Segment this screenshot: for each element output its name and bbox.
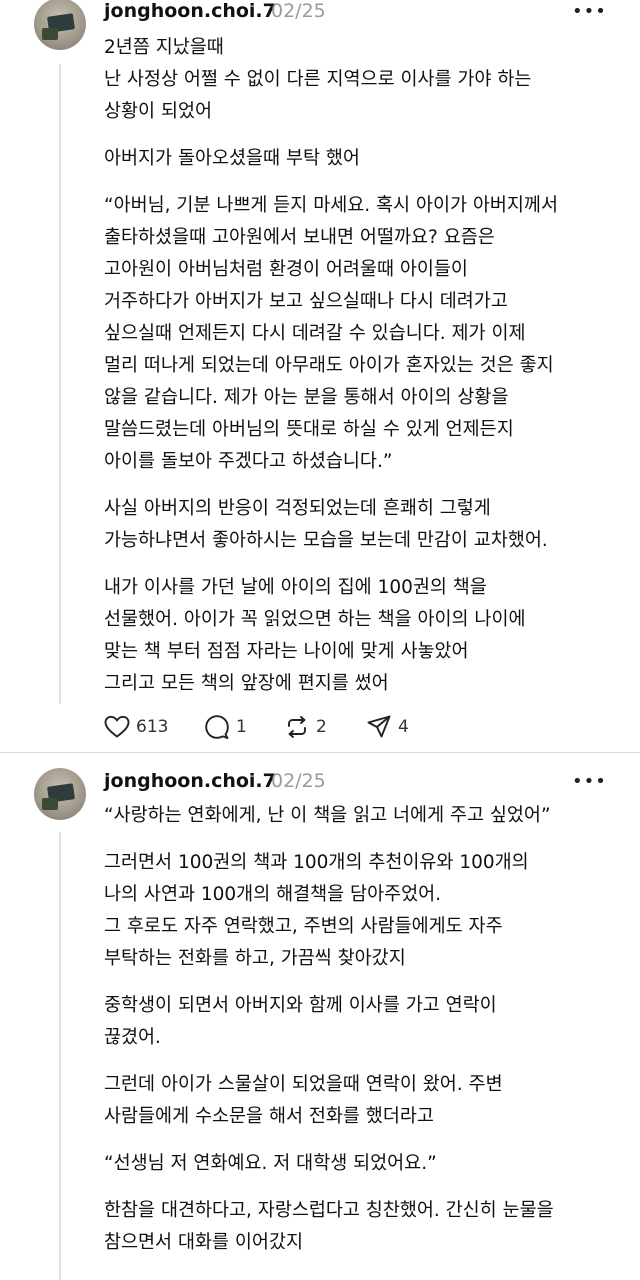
avatar-photo-object (42, 798, 58, 810)
post-text-line: 아버지가 돌아오셨을때 부탁 했어 (104, 148, 360, 169)
post-text-line: “아버님, 기분 나쁘게 듣지 마세요. 혹시 아이가 아버지께서 (104, 195, 558, 216)
more-horizontal-icon[interactable]: ••• (572, 772, 606, 792)
avatar[interactable] (34, 768, 86, 820)
post-text-line: 멀리 떠나게 되었는데 아무래도 아이가 혼자있는 것은 좋지 (104, 355, 554, 376)
repost-arrows-icon (288, 716, 306, 738)
post-text-line: 아이를 돌보아 주겠다고 하셨습니다.” (104, 451, 393, 472)
post-text-line: 거주하다가 아버지가 보고 싶으실때나 다시 데려가고 (104, 291, 508, 312)
like-button[interactable]: 613 (104, 712, 168, 742)
share-count: 4 (398, 717, 409, 737)
post-text-line: 선물했어. 아이가 꼭 읽었으면 하는 책을 아이의 나이에 (104, 609, 526, 630)
post-text-line: 말씀드렸는데 아버님의 뜻대로 하실 수 있게 언제든지 (104, 419, 514, 440)
post-text-line: 그리고 모든 책의 앞장에 편지를 썼어 (104, 673, 389, 694)
post-text-line: 부탁하는 전화를 하고, 가끔씩 찾아갔지 (104, 948, 406, 969)
post-text-line: 싶으실때 언제든지 다시 데려갈 수 있습니다. 제가 이제 (104, 323, 526, 344)
heart-icon (104, 715, 130, 738)
username[interactable]: jonghoon.choi.7 (104, 0, 276, 22)
post-text-line: “사랑하는 연화에게, 난 이 책을 읽고 너에게 주고 싶었어” (104, 805, 551, 826)
repost-button[interactable]: 2 (284, 712, 327, 742)
reply-count: 1 (236, 717, 247, 737)
post-date: 02/25 (271, 770, 326, 792)
thread-line (59, 832, 61, 1280)
post-text-line: 한참을 대견하다고, 자랑스럽다고 칭찬했어. 간신히 눈물을 (104, 1200, 554, 1221)
post-text-line: 출타하셨을때 고아원에서 보내면 어떨까요? 요즘은 (104, 227, 495, 248)
thread-post: jonghoon.choi.7 02/25 ••• “사랑하는 연화에게, 난 … (0, 760, 640, 1280)
post-text-line: 가능하냐면서 좋아하시는 모습을 보는데 만감이 교차했어. (104, 530, 548, 551)
post-text-line: 사람들에게 수소문을 해서 전화를 했더라고 (104, 1106, 434, 1127)
post-text-line: 난 사정상 어쩔 수 없이 다른 지역으로 이사를 가야 하는 (104, 69, 532, 90)
post-text-line: 상황이 되었어 (104, 101, 213, 122)
post-text-line: 그 후로도 자주 연락했고, 주변의 사람들에게도 자주 (104, 916, 503, 937)
post-text-line: 그런데 아이가 스물살이 되었을때 연락이 왔어. 주변 (104, 1074, 503, 1095)
post-text-line: 사실 아버지의 반응이 걱정되었는데 흔쾌히 그렇게 (104, 498, 491, 519)
comment-bubble-icon (205, 715, 229, 739)
like-count: 613 (136, 717, 169, 737)
post-text-line: 내가 이사를 가던 날에 아이의 집에 100권의 책을 (104, 577, 487, 598)
avatar[interactable] (34, 0, 86, 50)
avatar-photo-object (42, 28, 58, 40)
post-text-line: “선생님 저 연화예요. 저 대학생 되었어요.” (104, 1153, 437, 1174)
share-button[interactable]: 4 (366, 712, 409, 742)
post-text-line: 중학생이 되면서 아버지와 함께 이사를 가고 연락이 (104, 995, 497, 1016)
reply-button[interactable]: 1 (204, 712, 247, 742)
post-text-line: 나의 사연과 100개의 해결책을 담아주었어. (104, 884, 442, 905)
username[interactable]: jonghoon.choi.7 (104, 770, 276, 792)
post-text-line: 고아원이 아버님처럼 환경이 어려울때 아이들이 (104, 259, 468, 280)
post-text-line: 그러면서 100권의 책과 100개의 추천이유와 100개의 (104, 852, 529, 873)
more-horizontal-icon[interactable]: ••• (572, 2, 606, 22)
thread-post: jonghoon.choi.7 02/25 ••• 2년쯤 지났을때 난 사정상… (0, 0, 640, 752)
post-date: 02/25 (271, 0, 326, 22)
post-divider (0, 752, 640, 753)
repost-count: 2 (316, 717, 327, 737)
post-actions: 613 1 2 4 (104, 712, 524, 742)
post-text-line: 참으면서 대화를 이어갔지 (104, 1232, 303, 1253)
post-text-line: 맞는 책 부터 점점 자라는 나이에 맞게 사놓았어 (104, 641, 469, 662)
post-text-line: 않을 같습니다. 제가 아는 분을 통해서 아이의 상황을 (104, 387, 509, 408)
thread-line (59, 64, 61, 704)
send-arrow-icon (367, 715, 391, 738)
post-text-line: 끊겼어. (104, 1027, 161, 1048)
post-text-line: 2년쯤 지났을때 (104, 37, 224, 58)
